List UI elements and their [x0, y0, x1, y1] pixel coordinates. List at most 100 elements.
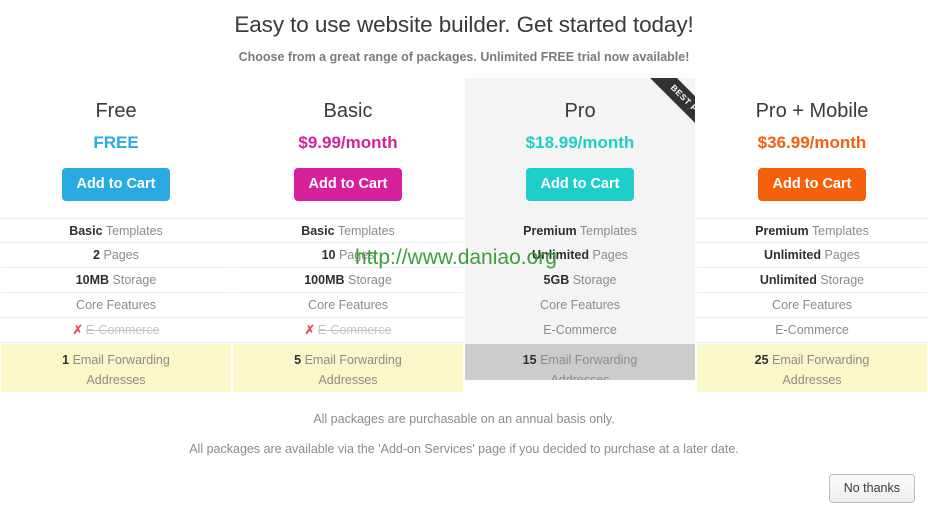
feature-value: Unlimited	[764, 248, 821, 262]
feature-label: Core Features	[308, 298, 388, 312]
add-to-cart-wrapper: Add to Cart	[465, 168, 695, 201]
feature-value: 5GB	[543, 273, 570, 287]
best-price-ribbon: BEST PRICE	[603, 78, 695, 170]
feature-label: E-Commerce	[85, 323, 160, 337]
note-annual-basis: All packages are purchasable on an annua…	[313, 412, 615, 426]
add-to-cart-button[interactable]: Add to Cart	[61, 168, 171, 201]
feature-row: E-Commerce	[465, 318, 695, 343]
feature-row: 5GB Storage	[465, 268, 695, 293]
page-title: Easy to use website builder. Get started…	[234, 12, 694, 37]
email-forwarding-band: 25 Email Forwarding Addresses	[697, 344, 927, 392]
feature-label: E-Commerce	[317, 323, 392, 337]
plan-price: $9.99/month	[298, 133, 398, 152]
email-forwarding-label: Email Forwarding	[72, 353, 170, 367]
email-forwarding-count: 1	[62, 353, 70, 367]
feature-label: Pages	[824, 248, 860, 262]
feature-value: 10	[321, 248, 336, 262]
feature-value: 100MB	[304, 273, 345, 287]
feature-value: Basic	[301, 224, 335, 238]
email-forwarding-label-2: Addresses	[550, 373, 610, 380]
feature-label: Storage	[572, 273, 617, 287]
feature-row: ✗ E-Commerce	[1, 318, 231, 343]
feature-row: Premium Templates	[465, 218, 695, 243]
add-to-cart-wrapper: Add to Cart	[1, 168, 231, 201]
email-forwarding-label: Email Forwarding	[540, 353, 638, 367]
feature-label: Core Features	[772, 298, 852, 312]
feature-label: Core Features	[76, 298, 156, 312]
pricing-page: Easy to use website builder. Get started…	[0, 0, 928, 524]
feature-label: E-Commerce	[775, 323, 849, 337]
feature-row: 100MB Storage	[233, 268, 463, 293]
page-subtitle: Choose from a great range of packages. U…	[238, 50, 690, 64]
feature-label: Templates	[337, 224, 395, 238]
feature-label: Storage	[348, 273, 392, 287]
cross-icon: ✗	[304, 323, 315, 337]
feature-label: Pages	[338, 248, 375, 262]
add-to-cart-button[interactable]: Add to Cart	[757, 168, 867, 201]
feature-list: Premium Templates Unlimited Pages 5GB Stor…	[465, 218, 695, 343]
feature-row: Unlimited Pages	[697, 243, 927, 268]
feature-label: Templates	[105, 224, 163, 238]
feature-label: Pages	[103, 248, 139, 262]
plan-name: Free	[95, 100, 137, 122]
pricing-column: Free FREE Add to Cart Basic Templates 2 Page…	[0, 78, 232, 392]
pricing-column-inner: Pro + Mobile $36.99/month Add to Cart Premi…	[697, 78, 927, 392]
pricing-column-inner: Free FREE Add to Cart Basic Templates 2 Page…	[1, 78, 231, 392]
feature-label: Templates	[811, 224, 869, 238]
add-to-cart-button[interactable]: Add to Cart	[525, 168, 635, 201]
feature-row: E-Commerce	[697, 318, 927, 343]
pricing-grid: Free FREE Add to Cart Basic Templates 2 Page…	[0, 78, 928, 392]
feature-value: Premium	[755, 224, 809, 238]
email-forwarding-label-2: Addresses	[86, 373, 146, 387]
feature-row: 2 Pages	[1, 243, 231, 268]
feature-list: Basic Templates 10 Pages 100MB Storage Core…	[233, 218, 463, 343]
no-thanks-button[interactable]: No thanks	[828, 474, 915, 503]
feature-row: 10MB Storage	[1, 268, 231, 293]
plan-name: Pro + Mobile	[755, 100, 869, 122]
feature-label: Pages	[592, 248, 628, 262]
add-to-cart-button[interactable]: Add to Cart	[293, 168, 403, 201]
email-forwarding-count: 5	[294, 353, 302, 367]
plan-price: FREE	[93, 133, 139, 152]
email-forwarding-band: 15 Email Forwarding Addresses	[465, 344, 695, 380]
feature-row: Core Features	[465, 293, 695, 318]
feature-row: Core Features	[697, 293, 927, 318]
email-forwarding-label-2: Addresses	[782, 373, 842, 387]
feature-row: ✗ E-Commerce	[233, 318, 463, 343]
feature-list: Basic Templates 2 Pages 10MB Storage Core F…	[1, 218, 231, 343]
feature-value: Unlimited	[532, 248, 589, 262]
feature-label: Core Features	[540, 298, 620, 312]
email-forwarding-band: 5 Email Forwarding Addresses	[233, 344, 463, 392]
feature-row: Core Features	[1, 293, 231, 318]
email-forwarding-label: Email Forwarding	[304, 353, 402, 367]
pricing-column-inner: Basic $9.99/month Add to Cart Basic Templat…	[233, 78, 463, 392]
feature-row: Unlimited Pages	[465, 243, 695, 268]
email-forwarding-label-2: Addresses	[318, 373, 378, 387]
email-forwarding-count: 25	[754, 353, 769, 367]
plan-price: $18.99/month	[525, 133, 635, 152]
email-forwarding-label: Email Forwarding	[772, 353, 870, 367]
feature-row: Core Features	[233, 293, 463, 318]
feature-value: 10MB	[75, 273, 110, 287]
feature-label: Storage	[112, 273, 157, 287]
feature-label: Templates	[579, 224, 637, 238]
note-addon-services: All packages are available via the 'Add-…	[189, 442, 739, 456]
pricing-column: Pro + Mobile $36.99/month Add to Cart Premi…	[696, 78, 928, 392]
feature-row: Basic Templates	[1, 218, 231, 243]
plan-name: Pro	[564, 100, 596, 122]
add-to-cart-wrapper: Add to Cart	[697, 168, 927, 201]
feature-label: Storage	[820, 273, 865, 287]
feature-row: 10 Pages	[233, 243, 463, 268]
feature-list: Premium Templates Unlimited Pages Unlimite…	[697, 218, 927, 343]
cross-icon: ✗	[72, 323, 83, 337]
pricing-column: Basic $9.99/month Add to Cart Basic Templat…	[232, 78, 464, 392]
plan-price: $36.99/month	[757, 133, 867, 152]
pricing-column: BEST PRICE Pro $18.99/month Add to Cart Prem…	[464, 78, 696, 380]
feature-row: Unlimited Storage	[697, 268, 927, 293]
feature-value: Basic	[69, 224, 103, 238]
feature-value: Unlimited	[759, 273, 817, 287]
pricing-column-inner: BEST PRICE Pro $18.99/month Add to Cart Prem…	[465, 78, 695, 380]
email-forwarding-band: 1 Email Forwarding Addresses	[1, 344, 231, 392]
plan-name: Basic	[323, 100, 373, 122]
feature-label: E-Commerce	[543, 323, 617, 337]
